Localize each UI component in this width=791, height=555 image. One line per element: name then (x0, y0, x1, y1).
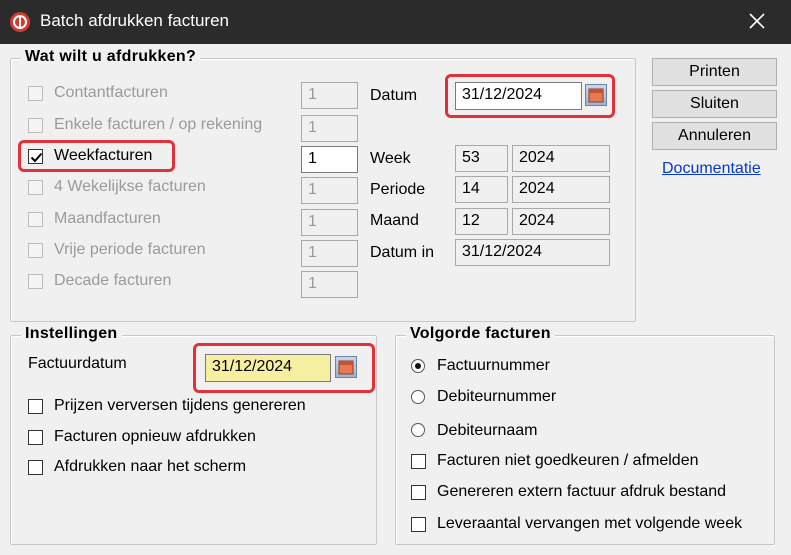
vrije-periode-label: Vrije periode facturen (54, 241, 206, 258)
title-bar: Batch afdrukken facturen (0, 0, 791, 44)
maand-year[interactable]: 2024 (512, 208, 610, 235)
maandfacturen-count[interactable]: 1 (301, 209, 358, 236)
week-label: Week (370, 150, 411, 167)
sort-debiteurnummer-radio[interactable] (411, 390, 425, 404)
contantfacturen-count[interactable]: 1 (301, 82, 358, 109)
dialog-body: Wat wilt u afdrukken? Contantfacturen 1 … (0, 44, 791, 555)
maandfacturen-checkbox[interactable] (28, 212, 43, 227)
close-button[interactable]: Sluiten (652, 90, 777, 118)
facturen-opnieuw-checkbox[interactable] (28, 430, 43, 445)
order-legend: Volgorde facturen (406, 325, 555, 343)
print-types-legend: Wat wilt u afdrukken? (21, 48, 201, 66)
extern-bestand-checkbox[interactable] (411, 485, 426, 500)
leveraantal-checkbox[interactable] (411, 517, 426, 532)
sort-debiteurnaam-radio[interactable] (411, 423, 425, 437)
vier-wekelijkse-count[interactable]: 1 (301, 177, 358, 204)
close-icon[interactable] (745, 9, 769, 33)
decade-checkbox[interactable] (28, 274, 43, 289)
datum-in-label: Datum in (370, 244, 435, 261)
prijzen-verversen-label: Prijzen verversen tijdens genereren (54, 397, 306, 414)
niet-goedkeuren-checkbox[interactable] (411, 454, 426, 469)
facturen-opnieuw-label: Facturen opnieuw afdrukken (54, 428, 256, 445)
sort-debiteurnaam-label: Debiteurnaam (437, 422, 538, 439)
maand-label: Maand (370, 212, 419, 229)
week-number[interactable]: 53 (455, 145, 508, 172)
cancel-button[interactable]: Annuleren (652, 122, 777, 150)
periode-year[interactable]: 2024 (512, 176, 610, 203)
app-icon (10, 12, 30, 32)
prijzen-verversen-checkbox[interactable] (28, 399, 43, 414)
vier-wekelijkse-label: 4 Wekelijkse facturen (54, 178, 206, 195)
contantfacturen-checkbox[interactable] (28, 86, 43, 101)
decade-count[interactable]: 1 (301, 271, 358, 298)
enkele-facturen-label: Enkele facturen / op rekening (54, 116, 263, 133)
datum-highlight (445, 74, 615, 118)
periode-label: Periode (370, 181, 426, 198)
decade-label: Decade facturen (54, 272, 172, 289)
week-year[interactable]: 2024 (512, 145, 610, 172)
periode-number[interactable]: 14 (455, 176, 508, 203)
invoice-date-highlight (193, 343, 375, 393)
maandfacturen-label: Maandfacturen (54, 210, 161, 227)
settings-legend: Instellingen (21, 325, 122, 343)
maand-number[interactable]: 12 (455, 208, 508, 235)
afdrukken-scherm-checkbox[interactable] (28, 460, 43, 475)
contantfacturen-label: Contantfacturen (54, 84, 168, 101)
weekfacturen-count[interactable]: 1 (301, 146, 358, 173)
datum-label: Datum (370, 87, 418, 104)
vrije-periode-count[interactable]: 1 (301, 240, 358, 267)
enkele-facturen-checkbox[interactable] (28, 118, 43, 133)
extern-bestand-label: Genereren extern factuur afdruk bestand (437, 483, 727, 500)
vier-wekelijkse-checkbox[interactable] (28, 180, 43, 195)
window-title: Batch afdrukken facturen (40, 11, 230, 30)
enkele-facturen-count[interactable]: 1 (301, 115, 358, 142)
print-button[interactable]: Printen (652, 58, 777, 86)
sort-factuurnummer-radio[interactable] (411, 359, 425, 373)
radio-selected-dot (415, 363, 421, 369)
documentation-link[interactable]: Documentatie (662, 160, 761, 178)
sort-debiteurnummer-label: Debiteurnummer (437, 388, 557, 405)
afdrukken-scherm-label: Afdrukken naar het scherm (54, 458, 247, 475)
invoice-date-label: Factuurdatum (28, 355, 127, 372)
leveraantal-label: Leveraantal vervangen met volgende week (437, 515, 743, 532)
niet-goedkeuren-label: Facturen niet goedkeuren / afmelden (437, 452, 699, 469)
weekfacturen-highlight (18, 140, 175, 172)
datum-in-value[interactable]: 31/12/2024 (455, 239, 610, 266)
vrije-periode-checkbox[interactable] (28, 243, 43, 258)
sort-factuurnummer-label: Factuurnummer (437, 357, 550, 374)
